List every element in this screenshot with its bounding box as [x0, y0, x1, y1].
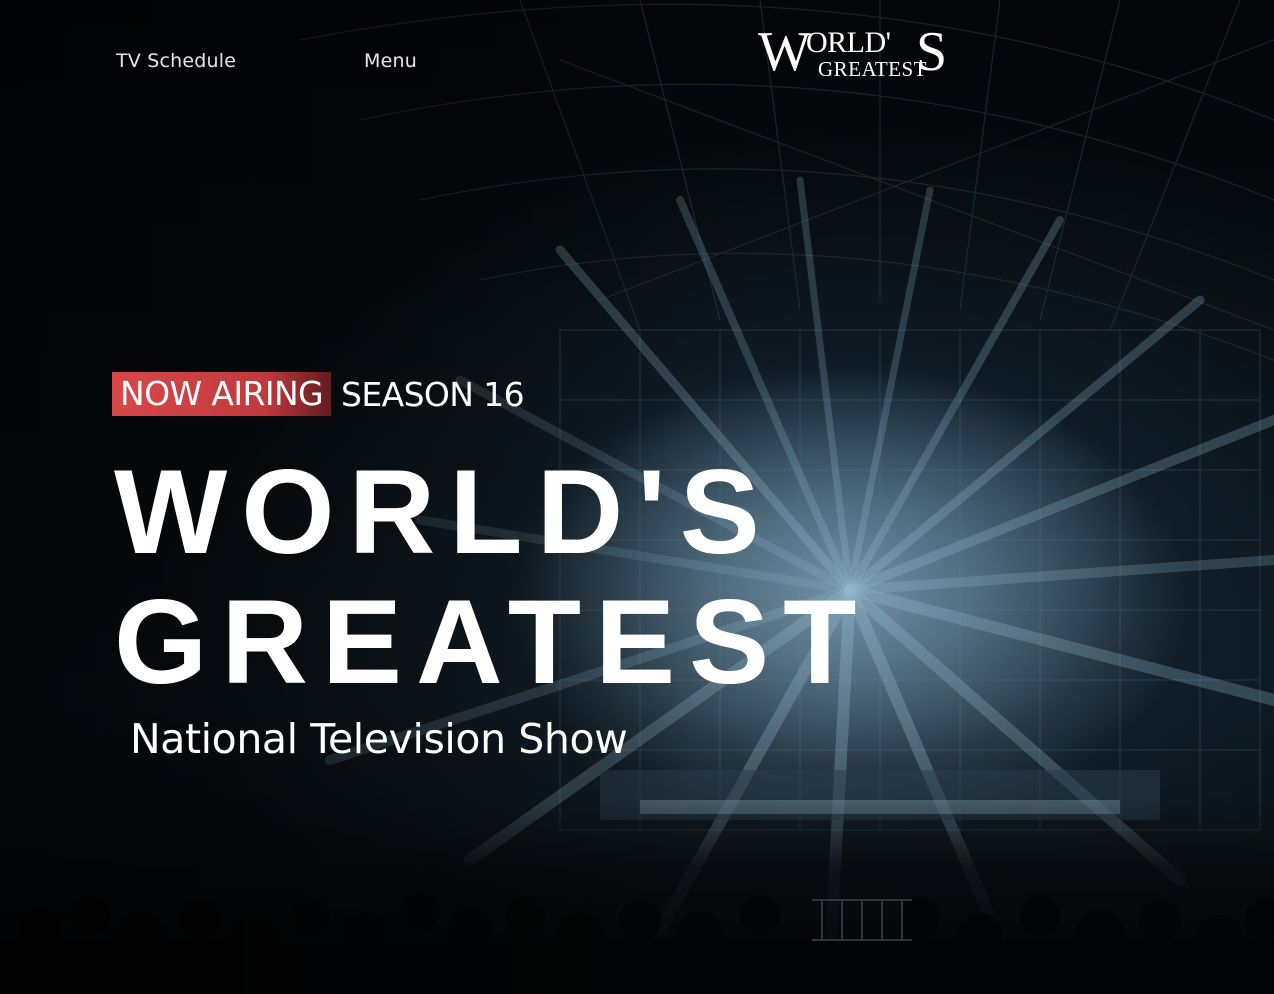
worlds-greatest-logo[interactable]: W ORLD' S GREATEST — [756, 24, 966, 86]
logo-letter-w: W — [758, 21, 811, 83]
now-airing-banner: NOW AIRING SEASON 16 — [112, 372, 525, 416]
nav-tv-schedule-link[interactable]: TV Schedule — [116, 50, 236, 72]
home-page: TV Schedule Menu W ORLD' S GREATEST NOW … — [0, 0, 1274, 994]
hero-title-line-1: WORLD'S — [114, 445, 774, 579]
nav-menu-link[interactable]: Menu — [364, 50, 417, 72]
season-label: SEASON 16 — [341, 374, 525, 414]
now-airing-badge: NOW AIRING — [112, 372, 332, 416]
logo-text-greatest: GREATEST — [818, 57, 927, 81]
logo-text-orld: ORLD' — [806, 26, 891, 59]
hero-title-line-2: GREATEST — [114, 575, 871, 709]
hero-subtitle: National Television Show — [130, 715, 628, 763]
